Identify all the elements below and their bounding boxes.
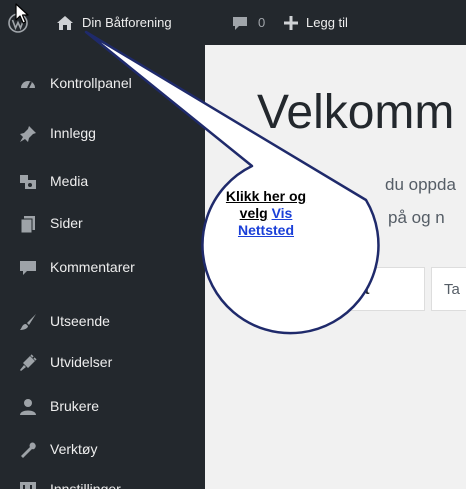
sidebar-item-innstillinger[interactable]: Innstillinger [0, 477, 205, 489]
sidebar-item-label: Utvidelser [50, 354, 113, 370]
sidebar-item-label: Kontrollpanel [50, 75, 132, 91]
sidebar-item-label: Utseende [50, 313, 110, 329]
sidebar-item-label: Kommentarer [50, 259, 135, 275]
new-content-label: Legg til [306, 15, 348, 30]
site-name-link[interactable]: Din Båtforening [56, 0, 172, 45]
dashboard-icon [18, 74, 38, 94]
admin-bar: Din Båtforening 0 Legg til [0, 0, 466, 45]
main-content: Velkomm du oppda på og n nytt Ta [205, 45, 466, 489]
wrench-icon [18, 440, 38, 460]
sidebar-item-verktoy[interactable]: Verktøy [0, 437, 205, 463]
home-icon [56, 15, 74, 31]
tab-whats-new[interactable]: nytt [315, 267, 425, 311]
sidebar-item-utseende[interactable]: Utseende [0, 309, 205, 335]
view-site-link[interactable]: Vis [272, 205, 293, 221]
new-content-link[interactable]: Legg til [284, 0, 348, 45]
sidebar-item-sider[interactable]: Sider [0, 211, 205, 237]
comments-count: 0 [258, 15, 266, 30]
view-site-link[interactable]: Nettsted [200, 222, 332, 239]
callout-line: velg [239, 205, 268, 221]
plus-icon [284, 15, 298, 30]
callout-line: Klikk her og [225, 188, 307, 204]
page-icon [18, 214, 38, 234]
sidebar-item-label: Innstillinger [50, 481, 121, 489]
sidebar-item-utvidelser[interactable]: Utvidelser [0, 350, 205, 376]
welcome-description-line: du oppda [385, 175, 456, 194]
comment-icon [18, 258, 38, 278]
sidebar-item-media[interactable]: Media [0, 169, 205, 195]
callout-text: Klikk her og velg Vis Nettsted [200, 188, 332, 239]
sidebar-item-brukere[interactable]: Brukere [0, 394, 205, 420]
media-icon [18, 172, 38, 192]
sidebar-item-kommentarer[interactable]: Kommentarer [0, 255, 205, 281]
sidebar-item-label: Media [50, 173, 89, 189]
comment-icon [232, 15, 248, 31]
users-icon [18, 397, 38, 417]
sidebar-item-label: Sider [50, 215, 83, 231]
sidebar-item-kontrollpanel[interactable]: Kontrollpanel [0, 71, 205, 97]
welcome-title: Velkomm [257, 86, 455, 139]
settings-icon [18, 480, 38, 489]
site-name-label: Din Båtforening [82, 15, 172, 30]
tab-next[interactable]: Ta [431, 267, 466, 311]
sidebar-item-label: Brukere [50, 398, 100, 414]
sidebar-item-label: Innlegg [50, 125, 96, 141]
sidebar-item-label: Verktøy [50, 441, 98, 457]
brush-icon [18, 312, 38, 332]
admin-sidebar: Kontrollpanel Innlegg Media Sider Kommen… [0, 45, 205, 489]
sidebar-item-innlegg[interactable]: Innlegg [0, 121, 205, 147]
plugin-icon [18, 353, 38, 373]
pin-icon [18, 124, 38, 144]
cursor-icon [15, 3, 29, 24]
welcome-description-line: på og n [388, 208, 445, 227]
comments-link[interactable]: 0 [232, 0, 265, 45]
